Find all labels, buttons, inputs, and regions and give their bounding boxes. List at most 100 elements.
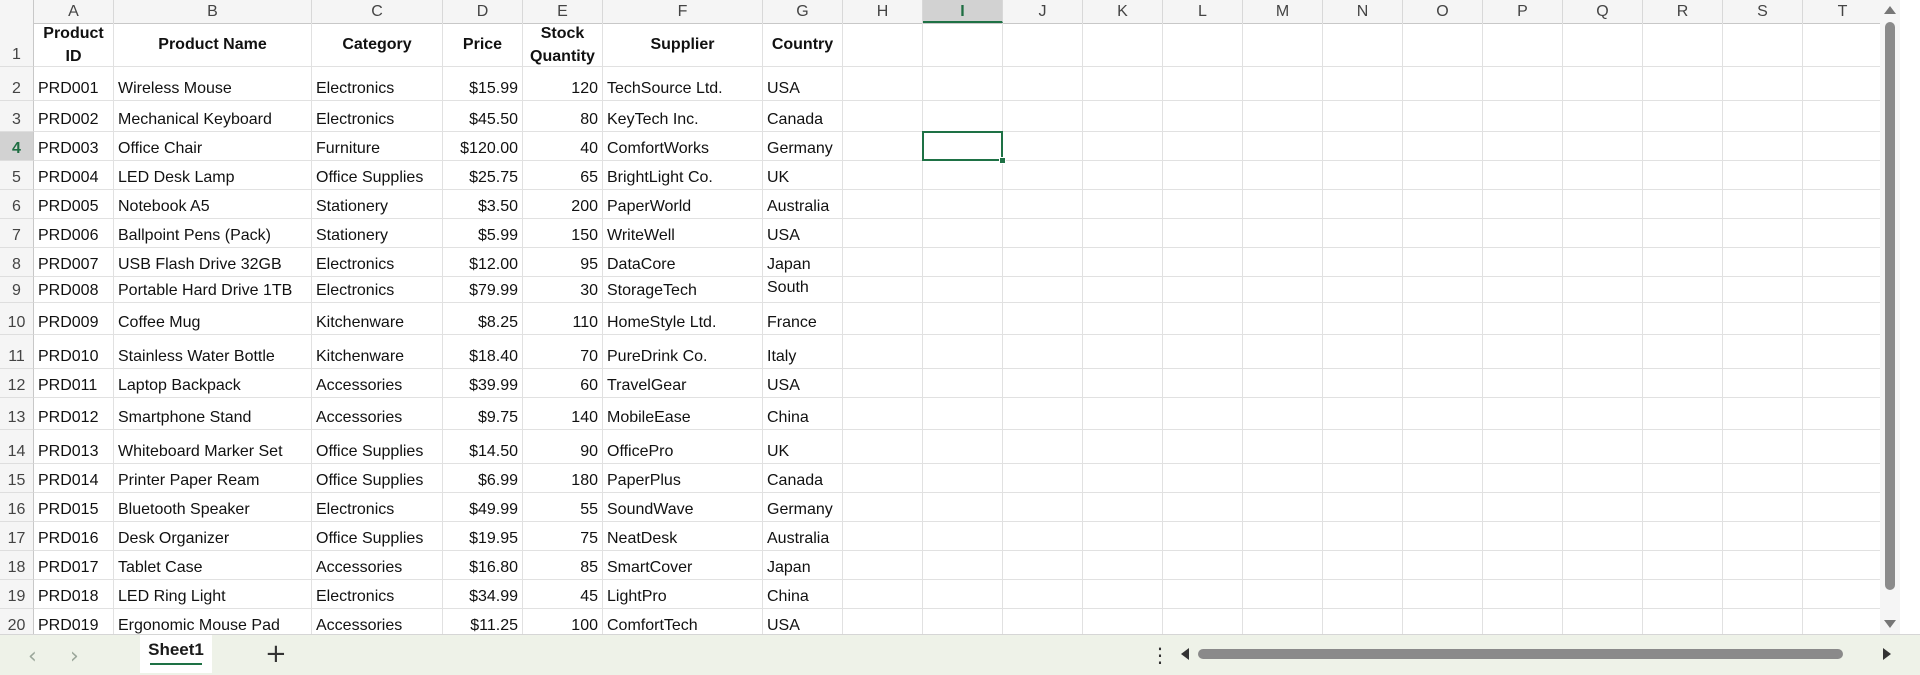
cell-l12[interactable]: [1163, 369, 1243, 398]
horizontal-scroll-thumb[interactable]: [1198, 649, 1843, 659]
row-header-3[interactable]: 3: [0, 101, 34, 132]
cell-e16[interactable]: 55: [523, 493, 603, 522]
column-header-e[interactable]: E: [523, 0, 603, 23]
cell-o20[interactable]: [1403, 609, 1483, 634]
cell-a6[interactable]: PRD005: [34, 190, 114, 219]
cell-f14[interactable]: OfficePro: [603, 430, 763, 464]
cell-t11[interactable]: [1803, 335, 1883, 369]
cell-j19[interactable]: [1003, 580, 1083, 609]
cell-d11[interactable]: $18.40: [443, 335, 523, 369]
cell-k10[interactable]: [1083, 303, 1163, 335]
cell-f10[interactable]: HomeStyle Ltd.: [603, 303, 763, 335]
cell-f15[interactable]: PaperPlus: [603, 464, 763, 493]
cell-h8[interactable]: [843, 248, 923, 277]
cell-m9[interactable]: [1243, 277, 1323, 303]
cell-g15[interactable]: Canada: [763, 464, 843, 493]
cell-m1[interactable]: [1243, 23, 1323, 67]
cell-s5[interactable]: [1723, 161, 1803, 190]
cell-i6[interactable]: [923, 190, 1003, 219]
cell-b6[interactable]: Notebook A5: [114, 190, 312, 219]
cell-b3[interactable]: Mechanical Keyboard: [114, 101, 312, 132]
cell-h12[interactable]: [843, 369, 923, 398]
cell-e8[interactable]: 95: [523, 248, 603, 277]
cell-a17[interactable]: PRD016: [34, 522, 114, 551]
cell-q4[interactable]: [1563, 132, 1643, 161]
cell-n20[interactable]: [1323, 609, 1403, 634]
cell-l17[interactable]: [1163, 522, 1243, 551]
cell-q5[interactable]: [1563, 161, 1643, 190]
cell-c16[interactable]: Electronics: [312, 493, 443, 522]
cell-d6[interactable]: $3.50: [443, 190, 523, 219]
cell-h11[interactable]: [843, 335, 923, 369]
cell-h15[interactable]: [843, 464, 923, 493]
cell-a3[interactable]: PRD002: [34, 101, 114, 132]
cell-r18[interactable]: [1643, 551, 1723, 580]
cell-f17[interactable]: NeatDesk: [603, 522, 763, 551]
cell-c10[interactable]: Kitchenware: [312, 303, 443, 335]
cell-r3[interactable]: [1643, 101, 1723, 132]
cell-d5[interactable]: $25.75: [443, 161, 523, 190]
cell-i12[interactable]: [923, 369, 1003, 398]
cell-p15[interactable]: [1483, 464, 1563, 493]
cell-g19[interactable]: China: [763, 580, 843, 609]
column-header-g[interactable]: G: [763, 0, 843, 23]
cell-j13[interactable]: [1003, 398, 1083, 430]
cell-b18[interactable]: Tablet Case: [114, 551, 312, 580]
cell-q7[interactable]: [1563, 219, 1643, 248]
cell-q1[interactable]: [1563, 23, 1643, 67]
cell-t3[interactable]: [1803, 101, 1883, 132]
cell-c6[interactable]: Stationery: [312, 190, 443, 219]
cell-f20[interactable]: ComfortTech: [603, 609, 763, 634]
row-header-6[interactable]: 6: [0, 190, 34, 219]
cell-b4[interactable]: Office Chair: [114, 132, 312, 161]
cell-d14[interactable]: $14.50: [443, 430, 523, 464]
cell-e3[interactable]: 80: [523, 101, 603, 132]
cell-l3[interactable]: [1163, 101, 1243, 132]
cell-r15[interactable]: [1643, 464, 1723, 493]
cell-j14[interactable]: [1003, 430, 1083, 464]
cell-m4[interactable]: [1243, 132, 1323, 161]
cell-a2[interactable]: PRD001: [34, 67, 114, 101]
cell-n9[interactable]: [1323, 277, 1403, 303]
cell-f16[interactable]: SoundWave: [603, 493, 763, 522]
cell-d20[interactable]: $11.25: [443, 609, 523, 634]
cell-k19[interactable]: [1083, 580, 1163, 609]
cell-s2[interactable]: [1723, 67, 1803, 101]
cell-k7[interactable]: [1083, 219, 1163, 248]
cell-p5[interactable]: [1483, 161, 1563, 190]
cell-g6[interactable]: Australia: [763, 190, 843, 219]
cell-k15[interactable]: [1083, 464, 1163, 493]
cell-i18[interactable]: [923, 551, 1003, 580]
cell-l16[interactable]: [1163, 493, 1243, 522]
cell-j9[interactable]: [1003, 277, 1083, 303]
cell-r19[interactable]: [1643, 580, 1723, 609]
cell-b1[interactable]: Product Name: [114, 23, 312, 67]
cell-q19[interactable]: [1563, 580, 1643, 609]
cell-i5[interactable]: [923, 161, 1003, 190]
cell-e5[interactable]: 65: [523, 161, 603, 190]
cell-g16[interactable]: Germany: [763, 493, 843, 522]
cell-l15[interactable]: [1163, 464, 1243, 493]
cell-b17[interactable]: Desk Organizer: [114, 522, 312, 551]
cell-g20[interactable]: USA: [763, 609, 843, 634]
cell-t17[interactable]: [1803, 522, 1883, 551]
cell-c9[interactable]: Electronics: [312, 277, 443, 303]
column-header-p[interactable]: P: [1483, 0, 1563, 23]
cell-q18[interactable]: [1563, 551, 1643, 580]
cell-l10[interactable]: [1163, 303, 1243, 335]
column-header-c[interactable]: C: [312, 0, 443, 23]
row-header-8[interactable]: 8: [0, 248, 34, 277]
cell-s1[interactable]: [1723, 23, 1803, 67]
cell-l18[interactable]: [1163, 551, 1243, 580]
cell-t20[interactable]: [1803, 609, 1883, 634]
cell-q17[interactable]: [1563, 522, 1643, 551]
cell-k17[interactable]: [1083, 522, 1163, 551]
cell-t9[interactable]: [1803, 277, 1883, 303]
cell-h6[interactable]: [843, 190, 923, 219]
cell-a8[interactable]: PRD007: [34, 248, 114, 277]
cell-k13[interactable]: [1083, 398, 1163, 430]
cell-s6[interactable]: [1723, 190, 1803, 219]
cell-p14[interactable]: [1483, 430, 1563, 464]
cell-o5[interactable]: [1403, 161, 1483, 190]
cell-c3[interactable]: Electronics: [312, 101, 443, 132]
